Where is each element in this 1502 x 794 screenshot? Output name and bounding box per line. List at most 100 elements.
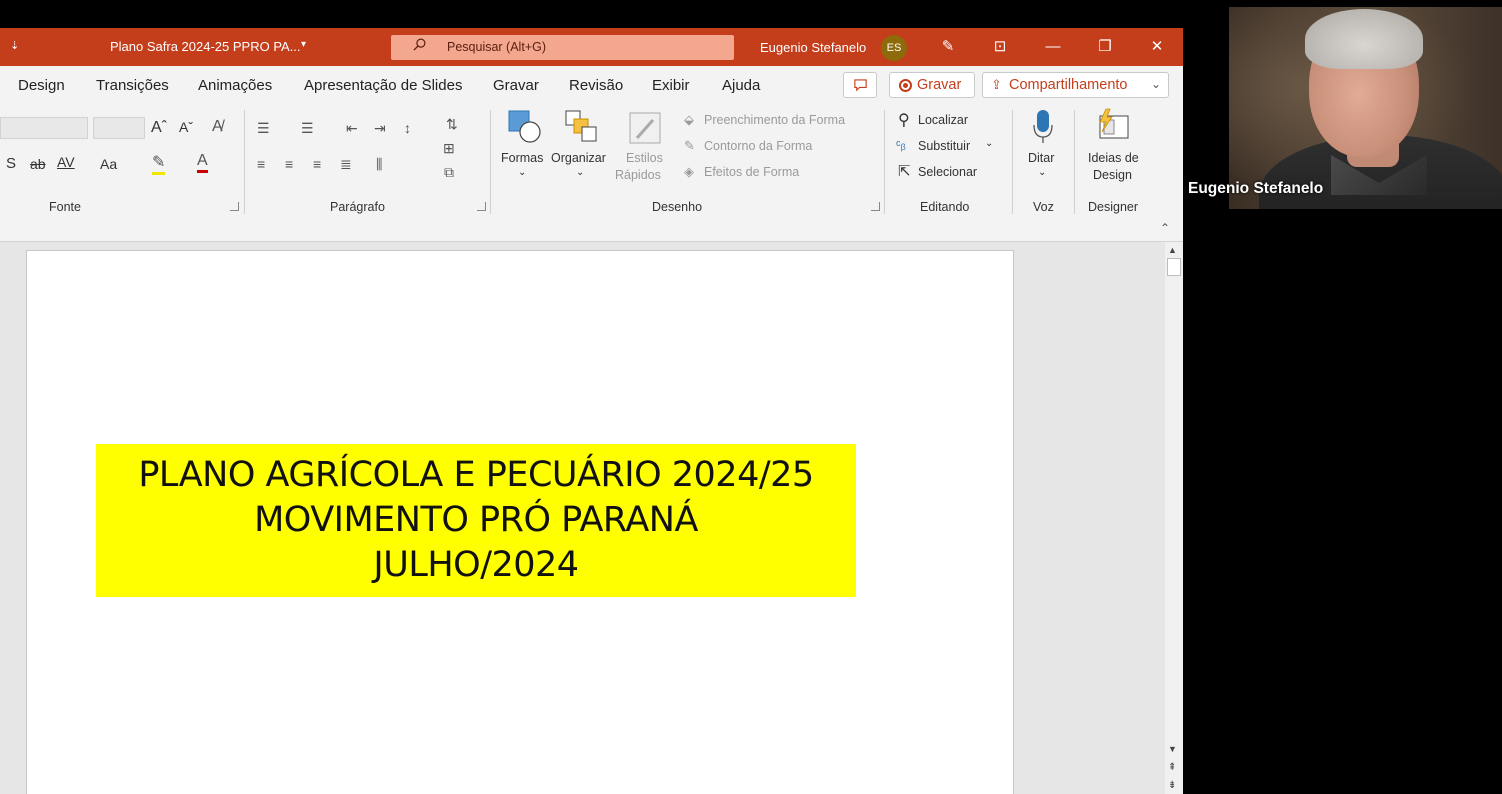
document-title[interactable]: Plano Safra 2024-25 PPRO PA... [110,39,301,54]
shape-effects-icon: ◈ [684,164,694,179]
participant-name: Eugenio Stefanelo [1188,180,1324,197]
tab-animacoes[interactable]: Animações [198,77,272,94]
font-family-dropdown[interactable] [0,117,88,139]
share-button[interactable]: ⇪ Compartilhamento ⌄ [982,72,1169,98]
chevron-down-icon[interactable]: ⌄ [576,167,584,178]
design-ideas-label-2[interactable]: Design [1093,168,1132,182]
select-button[interactable]: Selecionar [918,165,977,179]
design-ideas-label-1[interactable]: Ideias de [1088,151,1139,165]
chevron-down-icon[interactable]: ⌄ [1038,167,1046,178]
tab-apresentacao[interactable]: Apresentação de Slides [304,77,462,94]
slide[interactable]: PLANO AGRÍCOLA E PECUÁRIO 2024/25 MOVIME… [26,250,1014,794]
comments-button[interactable] [843,72,877,98]
smartart-icon[interactable]: ⧉ [444,164,454,181]
account-avatar[interactable]: ES [881,35,907,61]
tab-design[interactable]: Design [18,77,65,94]
shadow-button[interactable]: S [6,155,16,172]
change-case-button[interactable]: Aa [100,156,117,172]
quick-styles-icon[interactable] [629,112,663,146]
separator [884,110,885,214]
text-direction-icon[interactable]: ⇅ [446,116,458,133]
chevron-down-icon[interactable]: ⌄ [1151,77,1161,91]
restore-icon[interactable]: ❐ [1095,37,1115,57]
select-cursor-icon: ⇱ [898,163,911,180]
grow-font-button[interactable]: Aˆ [151,119,167,137]
close-icon[interactable]: ✕ [1147,37,1167,57]
strikethrough-button[interactable]: ab [30,156,46,172]
slide-title-line-1: PLANO AGRÍCOLA E PECUÁRIO 2024/25 [138,455,814,495]
shrink-font-button[interactable]: Aˇ [179,119,193,135]
previous-slide-icon[interactable]: ⇞ [1168,762,1176,773]
collapse-ribbon-icon[interactable]: ⌃ [1160,221,1170,235]
search-box[interactable]: Pesquisar (Alt+G) [391,35,734,60]
replace-button[interactable]: Substituir [918,139,970,153]
numbering-icon[interactable]: ☰ [301,120,314,137]
comment-icon [854,79,867,92]
slide-canvas: PLANO AGRÍCOLA E PECUÁRIO 2024/25 MOVIME… [0,242,1165,794]
separator [1074,110,1075,214]
next-slide-icon[interactable]: ⇟ [1168,780,1176,791]
columns-icon[interactable]: ⫼ [376,156,382,173]
desenho-launcher-icon[interactable] [871,202,880,211]
scroll-up-icon[interactable]: ▲ [1168,245,1177,255]
tab-revisao[interactable]: Revisão [569,77,623,94]
quick-styles-label-2: Rápidos [615,168,661,182]
minimize-icon[interactable]: — [1043,37,1063,57]
scroll-down-icon[interactable]: ▼ [1168,744,1177,754]
ribbon-display-icon[interactable]: ⊡ [990,37,1010,57]
tab-exibir[interactable]: Exibir [652,77,690,94]
shape-fill-button: Preenchimento da Forma [704,113,846,127]
arrange-icon[interactable] [565,110,599,144]
quick-styles-label-1: Estilos [626,151,663,165]
chevron-down-icon[interactable]: ⌄ [985,138,993,149]
find-icon: ⚲ [898,112,910,129]
align-right-icon[interactable]: ≡ [313,156,321,172]
shape-outline-button: Contorno da Forma [704,139,813,153]
shapes-button-label[interactable]: Formas [501,151,543,165]
shapes-icon[interactable] [508,110,542,144]
record-button-label: Gravar [917,77,962,93]
quick-access-menu-icon[interactable]: ⇣ [10,39,19,52]
tab-gravar[interactable]: Gravar [493,77,539,94]
search-placeholder: Pesquisar (Alt+G) [447,40,546,54]
align-left-icon[interactable]: ≡ [257,156,265,172]
dictate-button[interactable]: Ditar [1028,151,1054,165]
title-bar: ⇣ Plano Safra 2024-25 PPRO PA... ▾ Pesqu… [0,28,1183,66]
arrange-button-label[interactable]: Organizar [551,151,606,165]
share-button-label: Compartilhamento [1009,77,1128,93]
record-icon [899,79,912,92]
decrease-indent-icon[interactable]: ⇤ [346,120,358,137]
justify-icon[interactable]: ≣ [340,156,352,173]
find-button[interactable]: Localizar [918,113,968,127]
pen-icon[interactable]: ✎ [938,37,958,57]
font-size-dropdown[interactable] [93,117,145,139]
slide-title-line-3: JULHO/2024 [373,545,579,585]
bullets-icon[interactable]: ☰ [257,120,270,137]
powerpoint-window: ⇣ Plano Safra 2024-25 PPRO PA... ▾ Pesqu… [0,28,1183,794]
align-center-icon[interactable]: ≡ [285,156,293,172]
microphone-icon[interactable] [1032,109,1054,145]
group-label-paragrafo: Parágrafo [330,200,385,214]
shape-outline-icon: ✎ [684,138,695,153]
clear-formatting-icon[interactable]: A̸ [212,118,223,136]
title-banner[interactable]: PLANO AGRÍCOLA E PECUÁRIO 2024/25 MOVIME… [96,444,856,597]
align-text-icon[interactable]: ⊞ [443,140,455,157]
paragrafo-launcher-icon[interactable] [477,202,486,211]
account-name[interactable]: Eugenio Stefanelo [760,40,866,55]
design-ideas-icon[interactable] [1096,108,1130,142]
document-title-caret-icon[interactable]: ▾ [301,39,306,50]
tab-ajuda[interactable]: Ajuda [722,77,760,94]
replace-icon: ᶜᵦ [896,137,906,152]
tab-transicoes[interactable]: Transições [96,77,169,94]
record-button[interactable]: Gravar [889,72,975,98]
character-spacing-button[interactable]: AV [57,154,75,170]
share-icon: ⇪ [991,77,1002,92]
line-spacing-icon[interactable]: ↕ [404,120,411,136]
vertical-scrollbar[interactable]: ▲ ▼ ⇞ ⇟ [1165,242,1183,794]
scroll-thumb[interactable] [1167,258,1181,276]
highlight-icon[interactable]: ✎ [152,152,166,175]
increase-indent-icon[interactable]: ⇥ [374,120,386,137]
chevron-down-icon[interactable]: ⌄ [518,167,526,178]
font-color-icon[interactable]: A [197,152,208,173]
fonte-launcher-icon[interactable] [230,202,239,211]
